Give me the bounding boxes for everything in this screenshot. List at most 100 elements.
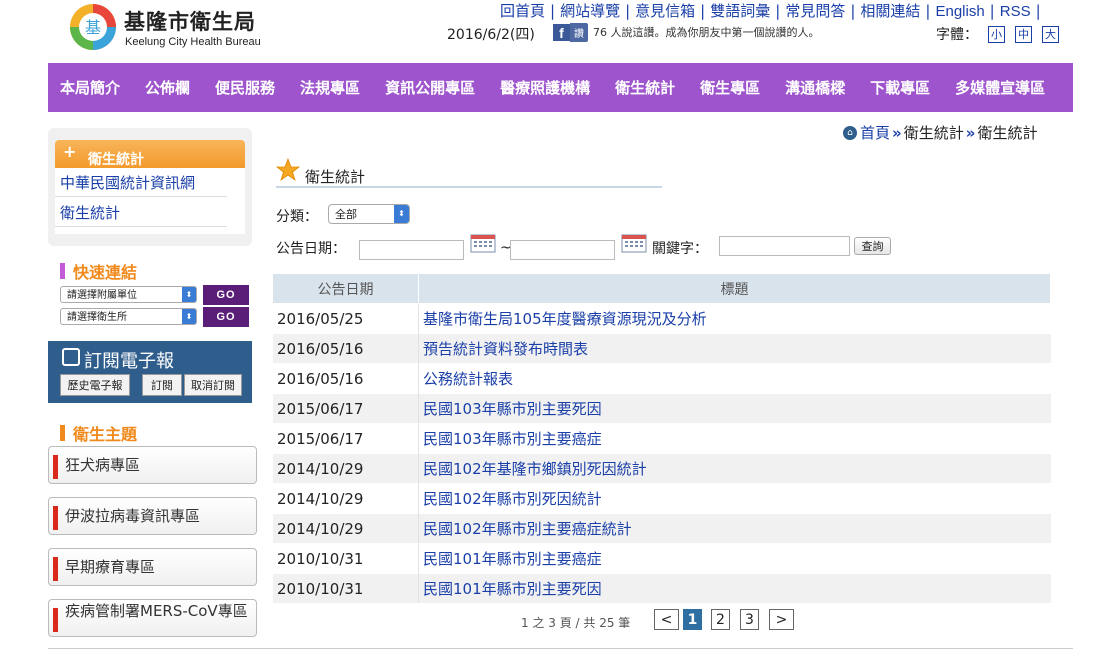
calendar-icon[interactable]: [621, 233, 647, 253]
title-underline: [276, 186, 662, 188]
table-row: 2016/05/16 預告統計資料發布時間表: [273, 333, 1051, 364]
row-title-cell: 民國102年縣市別主要癌症統計: [418, 513, 1051, 544]
column-header-date[interactable]: 公告日期: [273, 274, 419, 304]
top-link-mailbox[interactable]: 意見信箱: [635, 2, 695, 20]
row-title-cell: 民國103年縣市別主要死因: [418, 393, 1051, 424]
sidebar-link-national-stats[interactable]: 中華民國統計資訊網: [60, 172, 195, 193]
home-icon[interactable]: ⌂: [843, 125, 857, 140]
nav-regulations[interactable]: 法規專區: [300, 77, 360, 98]
table-row: 2010/10/31 民國101年縣市別主要癌症: [273, 543, 1051, 574]
pagination-info: 1 之 3 頁 / 共 25 筆: [521, 616, 631, 630]
top-link-english[interactable]: English: [935, 3, 984, 20]
table-row: 2015/06/17 民國103年縣市別主要癌症: [273, 423, 1051, 454]
affiliated-unit-select[interactable]: 請選擇附屬單位 ⬍: [60, 286, 197, 303]
breadcrumb-home[interactable]: 首頁: [860, 122, 890, 143]
sidebar-link-health-stats[interactable]: 衛生統計: [60, 202, 120, 223]
calendar-icon[interactable]: [470, 233, 496, 253]
font-size-medium[interactable]: 中: [1015, 25, 1032, 43]
row-title-link[interactable]: 民國102年縣市別死因統計: [423, 490, 602, 508]
nav-services[interactable]: 便民服務: [215, 77, 275, 98]
main-nav: 本局簡介 公佈欄 便民服務 法規專區 資訊公開專區 醫療照護機構 衛生統計 衛生…: [48, 63, 1073, 112]
logo-icon[interactable]: 基: [68, 2, 118, 52]
pagination-page-2[interactable]: 2: [711, 609, 730, 630]
row-title-cell: 基隆市衛生局105年度醫療資源現況及分析: [418, 303, 1051, 334]
section-bar-icon: [60, 425, 65, 441]
row-title-cell: 民國101年縣市別主要死因: [418, 573, 1051, 603]
pagination-page-3[interactable]: 3: [740, 609, 759, 630]
keyword-input[interactable]: [719, 236, 850, 256]
nav-health-topics[interactable]: 衛生專區: [700, 77, 760, 98]
topic-rabies[interactable]: 狂犬病專區: [48, 446, 257, 484]
epaper-unsubscribe-button[interactable]: 取消訂閱: [184, 374, 242, 396]
svg-text:基: 基: [85, 18, 101, 37]
pagination-next[interactable]: >: [769, 609, 794, 630]
breadcrumb-level1[interactable]: 衛生統計: [904, 122, 964, 143]
topic-early-intervention[interactable]: 早期療育專區: [48, 548, 257, 586]
row-date: 2014/10/29: [273, 513, 419, 544]
font-size-label: 字體：: [936, 27, 978, 43]
nav-multimedia[interactable]: 多媒體宣導區: [955, 77, 1045, 98]
health-station-select-value: 請選擇衛生所: [67, 312, 127, 323]
health-topics-title-text: 衛生主題: [73, 425, 138, 444]
nav-communication[interactable]: 溝通橋樑: [785, 77, 845, 98]
font-size-small[interactable]: 小: [988, 25, 1005, 43]
top-link-related[interactable]: 相關連結: [860, 2, 920, 20]
epaper-history-button[interactable]: 歷史電子報: [60, 374, 130, 396]
row-title-cell: 公務統計報表: [418, 363, 1051, 394]
search-button[interactable]: 查詢: [854, 237, 891, 255]
topic-label: 狂犬病專區: [65, 456, 141, 474]
row-title-link[interactable]: 基隆市衛生局105年度醫療資源現況及分析: [423, 310, 707, 328]
plus-icon: +: [63, 142, 77, 161]
star-icon: [276, 158, 300, 182]
divider: [55, 226, 227, 227]
facebook-like-button[interactable]: 讚: [570, 22, 588, 42]
logo-title[interactable]: 基隆市衛生局: [124, 6, 256, 36]
top-link-sitemap[interactable]: 網站導覽: [560, 2, 620, 20]
topic-label: 疾病管制署MERS-CoV專區: [65, 602, 248, 620]
nav-medical-institutions[interactable]: 醫療照護機構: [500, 77, 590, 98]
row-title-cell: 民國101年縣市別主要癌症: [418, 543, 1051, 574]
nav-info-disclosure[interactable]: 資訊公開專區: [385, 77, 475, 98]
row-title-link[interactable]: 民國101年縣市別主要癌症: [423, 550, 602, 568]
category-select[interactable]: 全部 ⬍: [328, 204, 410, 224]
pagination-page-1[interactable]: 1: [683, 609, 702, 630]
health-topics-title: 衛生主題: [60, 421, 137, 445]
top-link-home[interactable]: 回首頁: [500, 2, 545, 20]
row-date: 2016/05/16: [273, 363, 419, 394]
top-link-rss[interactable]: RSS: [1000, 3, 1031, 20]
topic-label: 伊波拉病毒資訊專區: [65, 507, 201, 525]
row-title-link[interactable]: 民國103年縣市別主要癌症: [423, 430, 602, 448]
nav-bulletin[interactable]: 公佈欄: [145, 77, 190, 98]
topic-marker-icon: [53, 608, 58, 632]
nav-health-statistics[interactable]: 衛生統計: [615, 77, 675, 98]
end-date-input[interactable]: [510, 240, 615, 260]
facebook-like: f 讚 76 人說這讚。成為你朋友中第一個說讚的人。: [553, 22, 820, 42]
health-station-select[interactable]: 請選擇衛生所 ⬍: [60, 308, 197, 325]
topic-mers[interactable]: 疾病管制署MERS-CoV專區: [48, 599, 257, 637]
table-row: 2014/10/29 民國102年縣市別死因統計: [273, 483, 1051, 514]
top-link-faq[interactable]: 常見問答: [785, 2, 845, 20]
epaper-subscribe-button[interactable]: 訂閱: [142, 374, 182, 396]
font-size-large[interactable]: 大: [1042, 25, 1059, 43]
row-title-link[interactable]: 公務統計報表: [423, 370, 513, 388]
row-title-link[interactable]: 民國103年縣市別主要死因: [423, 400, 602, 418]
topic-ebola[interactable]: 伊波拉病毒資訊專區: [48, 497, 257, 535]
quick-links-title-text: 快速連結: [73, 263, 138, 282]
row-date: 2015/06/17: [273, 423, 419, 454]
divider: [55, 196, 227, 197]
pagination-prev[interactable]: <: [654, 609, 679, 630]
nav-about[interactable]: 本局簡介: [60, 77, 120, 98]
footer-divider: [48, 648, 1073, 649]
start-date-input[interactable]: [359, 240, 464, 260]
column-header-title[interactable]: 標題: [418, 274, 1051, 304]
row-title-link[interactable]: 民國101年縣市別主要死因: [423, 580, 602, 598]
row-title-link[interactable]: 民國102年縣市別主要癌症統計: [423, 520, 632, 538]
go-button-station[interactable]: GO: [203, 307, 249, 327]
nav-downloads[interactable]: 下載專區: [870, 77, 930, 98]
go-button-unit[interactable]: GO: [203, 285, 249, 305]
row-title-link[interactable]: 預告統計資料發布時間表: [423, 340, 588, 358]
breadcrumb-level2: 衛生統計: [977, 124, 1038, 142]
top-link-glossary[interactable]: 雙語詞彙: [710, 2, 770, 20]
logo-subtitle[interactable]: Keelung City Health Bureau: [125, 36, 261, 48]
row-title-link[interactable]: 民國102年基隆市鄉鎮別死因統計: [423, 460, 647, 478]
